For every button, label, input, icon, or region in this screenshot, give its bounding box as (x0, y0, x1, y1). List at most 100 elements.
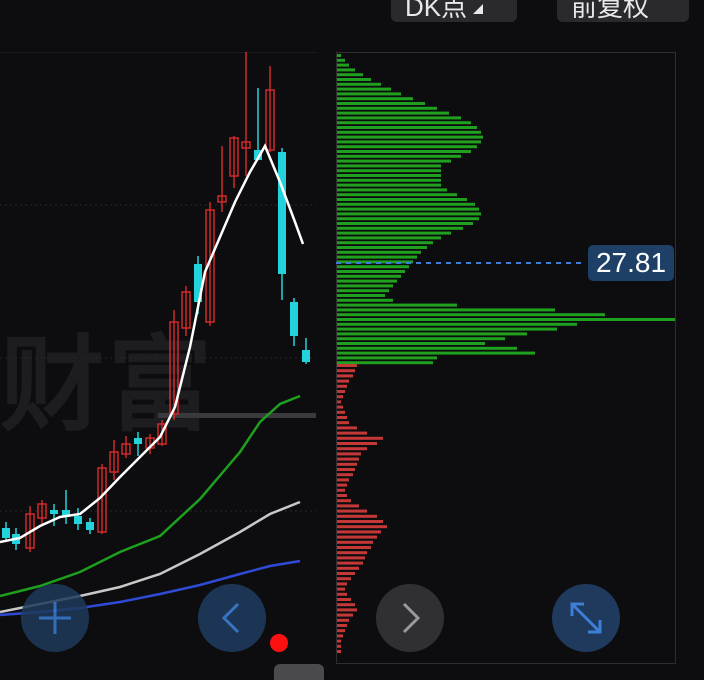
profile-bar (337, 361, 433, 365)
profile-bar (337, 58, 345, 62)
profile-bar (337, 644, 341, 648)
profile-bar (337, 525, 387, 529)
profile-bar (337, 63, 349, 67)
profile-bar (337, 174, 441, 177)
candle-body (74, 516, 82, 524)
expand-button[interactable] (552, 584, 620, 652)
profile-bar (337, 405, 343, 409)
profile-bar (337, 159, 451, 163)
candle-body (302, 350, 310, 362)
candlestick-chart[interactable] (0, 52, 316, 664)
profile-bar (337, 231, 451, 235)
profile-bar (337, 222, 473, 225)
profile-bar (337, 342, 485, 345)
profile-bar (337, 154, 461, 158)
candle-body (2, 528, 10, 538)
profile-bar (337, 207, 479, 211)
profile-bar (337, 255, 417, 259)
profile-bar (337, 198, 467, 201)
adjust-mode-button[interactable]: 前复权 (557, 0, 689, 22)
period-selector-button[interactable]: DK点 (391, 0, 517, 22)
profile-bar (337, 289, 389, 293)
profile-bar (337, 426, 357, 430)
ma-green-line (0, 394, 301, 598)
volume-profile-chart (336, 52, 676, 664)
profile-bar (337, 442, 377, 445)
profile-bar (337, 188, 447, 192)
profile-bar (337, 551, 367, 555)
profile-bar (337, 92, 401, 96)
notification-dot (270, 634, 288, 652)
profile-bar (337, 82, 381, 86)
profile-bar (337, 250, 421, 254)
profile-bar (337, 164, 441, 168)
next-button[interactable] (376, 584, 444, 652)
profile-bar (337, 488, 345, 492)
profile-bar (337, 217, 479, 221)
profile-bar (337, 327, 557, 331)
profile-bar (337, 351, 535, 355)
profile-bar (337, 169, 441, 173)
profile-bar (337, 121, 471, 125)
profile-bar (337, 483, 347, 487)
expand-icon (570, 602, 602, 634)
profile-bar (337, 395, 343, 399)
crosshair-bar (158, 413, 316, 418)
candle-body (290, 302, 298, 336)
profile-bar (337, 603, 355, 607)
previous-button[interactable] (198, 584, 266, 652)
profile-bar (337, 322, 577, 326)
profile-bar (337, 416, 347, 419)
candle-body (50, 510, 58, 514)
profile-bar (337, 535, 377, 539)
profile-bar (337, 546, 371, 549)
add-button[interactable] (21, 584, 89, 652)
profile-bar (337, 374, 353, 378)
candles (2, 52, 310, 552)
profile-bar (337, 87, 391, 91)
profile-bar (337, 618, 349, 622)
profile-bar (337, 212, 481, 216)
profile-bar (337, 73, 363, 77)
profile-bar (337, 390, 345, 393)
profile-bar (337, 540, 373, 544)
profile-bar (337, 384, 347, 388)
profile-bar (337, 130, 481, 134)
adjust-label: 前复权 (571, 0, 650, 22)
profile-bar (337, 284, 393, 288)
profile-bar (337, 478, 349, 482)
bottom-handle[interactable] (274, 664, 324, 680)
profile-bar (337, 54, 341, 57)
profile-bar (337, 97, 413, 101)
profile-bar (337, 572, 355, 575)
profile-bar (337, 294, 385, 297)
profile-bar (337, 457, 359, 461)
profile-bar (337, 193, 457, 197)
chevron-right-icon (402, 602, 421, 634)
profile-bar (337, 135, 483, 139)
profile-bar (337, 226, 463, 230)
profile-bar (337, 318, 675, 321)
profile-bar (337, 279, 397, 283)
profile-bar (337, 566, 359, 570)
profile-bar (337, 624, 347, 627)
profile-bar (337, 332, 527, 336)
profile-bar (337, 494, 347, 497)
profile-bar (337, 634, 343, 638)
profile-bar (337, 241, 433, 245)
profile-bar (337, 530, 381, 534)
profile-bar (337, 436, 383, 440)
plus-icon (39, 602, 71, 634)
profile-bar (337, 270, 405, 273)
profile-bar (337, 313, 605, 317)
dropdown-triangle-icon (473, 4, 484, 15)
profile-bar (337, 236, 441, 240)
profile-bar (337, 337, 505, 341)
profile-bar (337, 246, 427, 249)
profile-bar (337, 298, 393, 302)
profile-bar (337, 473, 353, 477)
profile-bar (337, 274, 401, 278)
profile-bar (337, 68, 355, 72)
profile-bar (337, 178, 441, 182)
profile-bar (337, 303, 457, 307)
